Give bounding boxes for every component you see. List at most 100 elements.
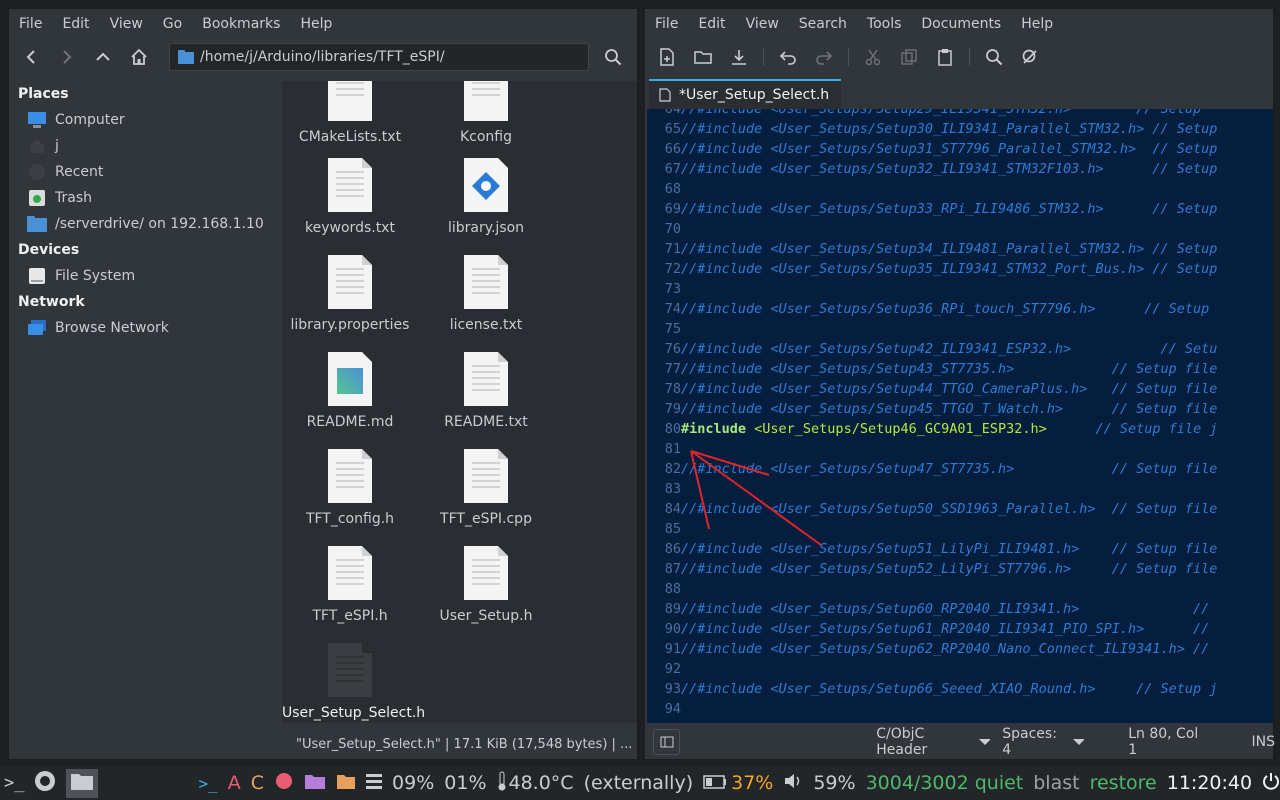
cut-icon[interactable] [855, 43, 891, 71]
code-line[interactable]: //#include <User_Setups/Setup33_RPi_ILI9… [681, 201, 1217, 217]
code-line[interactable]: //#include <User_Setups/Setup44_TTGO_Cam… [681, 381, 1217, 397]
code-line[interactable]: //#include <User_Setups/Setup30_ILI9341_… [681, 121, 1217, 137]
volume-percent: 59% [813, 772, 856, 794]
language-selector[interactable]: C/ObjC Header [876, 726, 969, 758]
forward-icon[interactable] [53, 43, 81, 71]
code-line[interactable]: //#include <User_Setups/Setup29_ILI9341_… [681, 109, 1201, 117]
files-icon[interactable] [336, 772, 356, 795]
line-number: 75 [664, 321, 681, 337]
copy-icon[interactable] [891, 43, 927, 71]
find-icon[interactable] [976, 43, 1012, 71]
file-item[interactable]: license.txt [418, 255, 554, 333]
code-line-active[interactable]: #include <User_Setups/Setup46_GC9A01_ESP… [681, 421, 1217, 437]
file-manager-window: File Edit View Go Bookmarks Help /home/j… [8, 8, 638, 760]
code-line[interactable]: //#include <User_Setups/Setup47_ST7735.h… [681, 461, 1217, 477]
home-icon[interactable] [125, 43, 153, 71]
places-heading: Places [18, 86, 69, 102]
sidebar-item-serverdrive[interactable]: /serverdrive/ on 192.168.1.10 [9, 211, 281, 237]
battery-percent: 37% [731, 772, 774, 794]
code-line[interactable]: //#include <User_Setups/Setup51_LilyPi_I… [681, 541, 1217, 557]
undo-icon[interactable] [770, 43, 806, 71]
file-item[interactable]: README.md [282, 352, 418, 430]
file-manager-launcher-icon[interactable] [66, 768, 99, 798]
terminal-icon[interactable]: >_ [198, 774, 217, 793]
file-item[interactable]: Kconfig [418, 81, 554, 145]
file-item-selected[interactable]: User_Setup_Select.h [282, 643, 425, 721]
places-sidebar: Places Computer j Recent Trash /serverdr… [9, 81, 281, 757]
file-item[interactable]: library.json [418, 158, 554, 236]
volume-icon[interactable] [783, 772, 803, 795]
code-line[interactable]: //#include <User_Setups/Setup34_ILI9481_… [681, 241, 1217, 257]
sidebar-item-browse-network[interactable]: Browse Network [9, 315, 281, 341]
code-line[interactable]: //#include <User_Setups/Setup52_LilyPi_S… [681, 561, 1217, 577]
ed-menu-file[interactable]: File [645, 9, 688, 39]
ed-menu-search[interactable]: Search [789, 9, 857, 39]
ed-menu-documents[interactable]: Documents [911, 9, 1011, 39]
fm-menu-file[interactable]: File [9, 9, 52, 39]
file-item[interactable]: README.txt [418, 352, 554, 430]
file-item[interactable]: library.properties [282, 255, 418, 333]
power-icon[interactable] [1262, 772, 1280, 795]
app-a[interactable]: A [228, 772, 241, 794]
app-c[interactable]: C [251, 772, 264, 794]
chevron-down-icon [1072, 739, 1085, 745]
spaces-selector[interactable]: Spaces: 4 [1002, 726, 1063, 758]
save-icon[interactable] [721, 43, 757, 71]
code-line[interactable]: //#include <User_Setups/Setup62_RP2040_N… [681, 641, 1209, 657]
fm-menu-go[interactable]: Go [153, 9, 192, 39]
code-line[interactable]: //#include <User_Setups/Setup50_SSD1963_… [681, 501, 1217, 517]
fm-menu-bookmarks[interactable]: Bookmarks [192, 9, 290, 39]
file-item[interactable]: TFT_eSPI.cpp [418, 449, 554, 527]
sidebar-item-home[interactable]: j [9, 133, 281, 159]
back-icon[interactable] [17, 43, 45, 71]
firefox-icon[interactable] [34, 770, 56, 797]
code-line[interactable]: //#include <User_Setups/Setup45_TTGO_T_W… [681, 401, 1217, 417]
new-document-icon[interactable] [649, 43, 685, 71]
code-line[interactable]: //#include <User_Setups/Setup61_RP2040_I… [681, 621, 1209, 637]
file-item[interactable]: TFT_eSPI.h [282, 546, 418, 624]
sidebar-toggle-icon[interactable] [653, 729, 681, 755]
fm-menu-edit[interactable]: Edit [52, 9, 99, 39]
restore-label[interactable]: restore [1090, 772, 1157, 794]
line-number: 78 [664, 381, 681, 397]
file-item[interactable]: keywords.txt [282, 158, 418, 236]
ed-menu-edit[interactable]: Edit [688, 9, 735, 39]
sidebar-item-recent[interactable]: Recent [9, 159, 281, 185]
file-item[interactable]: User_Setup.h [418, 546, 554, 624]
code-line[interactable]: //#include <User_Setups/Setup36_RPi_touc… [681, 301, 1209, 317]
ed-menu-view[interactable]: View [736, 9, 789, 39]
document-tab[interactable]: *User_Setup_Select.h [649, 79, 841, 109]
code-line[interactable]: //#include <User_Setups/Setup60_RP2040_I… [681, 601, 1209, 617]
location-bar[interactable]: /home/j/Arduino/libraries/TFT_eSPI/ [169, 43, 589, 71]
folder-icon[interactable] [304, 772, 326, 795]
code-line[interactable]: //#include <User_Setups/Setup66_Seeed_XI… [681, 681, 1217, 697]
insert-mode[interactable]: INS [1251, 734, 1275, 750]
ed-menu-tools[interactable]: Tools [857, 9, 912, 39]
up-icon[interactable] [89, 43, 117, 71]
fm-menu-view[interactable]: View [100, 9, 153, 39]
code-line[interactable]: //#include <User_Setups/Setup42_ILI9341_… [681, 341, 1217, 357]
code-line[interactable]: //#include <User_Setups/Setup35_ILI9341_… [681, 261, 1217, 277]
sidebar-item-trash[interactable]: Trash [9, 185, 281, 211]
ed-menu-help[interactable]: Help [1011, 9, 1063, 39]
search-icon[interactable] [599, 43, 627, 71]
open-icon[interactable] [685, 43, 721, 71]
trash-icon [27, 188, 47, 208]
redo-icon[interactable] [806, 43, 842, 71]
line-number: 90 [664, 621, 681, 637]
file-item[interactable]: CMakeLists.txt [282, 81, 418, 145]
fm-menu-help[interactable]: Help [290, 9, 342, 39]
code-line[interactable]: //#include <User_Setups/Setup31_ST7796_P… [681, 141, 1217, 157]
code-line[interactable]: //#include <User_Setups/Setup43_ST7735.h… [681, 361, 1217, 377]
blast-label[interactable]: blast [1033, 772, 1079, 794]
sidebar-item-filesystem[interactable]: File System [9, 263, 281, 289]
paste-icon[interactable] [927, 43, 963, 71]
terminal-launcher[interactable]: >_ [4, 773, 24, 793]
file-item[interactable]: TFT_config.h [282, 449, 418, 527]
line-number: 74 [664, 301, 681, 317]
gamepad-icon[interactable] [274, 772, 294, 795]
code-editor[interactable]: 64//#include <User_Setups/Setup29_ILI934… [647, 109, 1273, 723]
sidebar-item-computer[interactable]: Computer [9, 107, 281, 133]
find-replace-icon[interactable] [1012, 43, 1048, 71]
code-line[interactable]: //#include <User_Setups/Setup32_ILI9341_… [681, 161, 1217, 177]
